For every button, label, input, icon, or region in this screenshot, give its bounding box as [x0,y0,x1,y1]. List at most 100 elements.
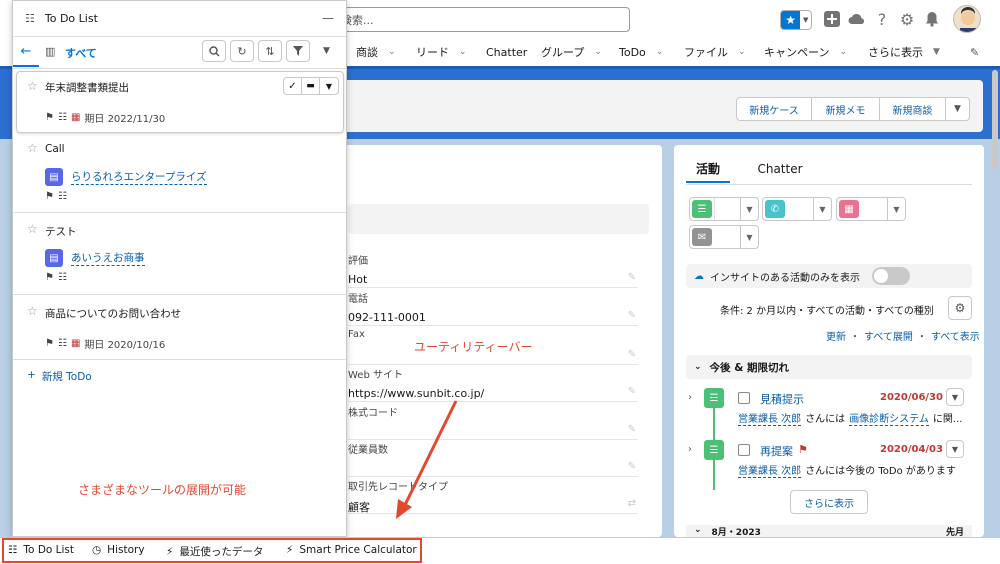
star-outline-icon[interactable]: ☆ [27,304,38,318]
task-card[interactable]: ☆ 年末調整書類提出 ✓ ▬ ▼ ⚑ ☷ ▦ 期日 2022/11/30 [16,71,344,133]
filter-button[interactable] [286,40,310,62]
check-icon[interactable]: ✓ [284,78,302,94]
more-actions-button[interactable]: ▼ [945,97,970,121]
edit-nav-icon[interactable]: ✎ [970,38,979,66]
star-outline-icon[interactable]: ☆ [27,79,38,93]
nav-item-leads[interactable]: リード ⌄ [416,38,467,66]
email-icon: ✉ [692,228,712,246]
pencil-icon[interactable]: ✎ [628,386,636,397]
nav-item-label: リード [416,46,449,59]
chevron-right-icon[interactable]: › [688,392,692,403]
task-checkbox[interactable] [738,444,750,456]
nav-item-chatter[interactable]: Chatter [486,38,527,66]
new-case-button[interactable]: 新規ケース [736,97,812,121]
tag-icon[interactable]: ▬ [302,78,320,94]
minimize-icon[interactable]: — [322,11,334,25]
new-task-button[interactable]: ☰ ▼ [689,197,759,221]
pencil-icon[interactable]: ✎ [628,461,636,472]
pencil-icon[interactable]: ✎ [628,272,636,283]
email-button[interactable]: ✉ ▼ [689,225,759,249]
pencil-icon[interactable]: ✎ [628,310,636,321]
field-label: 評価 [348,256,368,267]
refresh-link[interactable]: 更新 [826,328,846,343]
tab-divider [686,184,972,185]
task-actions: ✓ ▬ ▼ [283,77,339,95]
account-icon: ▤ [45,249,63,267]
tab-chatter[interactable]: Chatter [748,155,812,183]
gear-icon[interactable]: ⚙ [897,9,917,29]
page-scrollbar[interactable] [992,70,998,170]
flag-icon: ⚑ [45,112,54,123]
add-icon[interactable] [822,9,842,29]
nav-item-opportunity[interactable]: 商談 ⌄ [356,38,396,66]
filter-settings-button[interactable]: ⚙ [948,296,972,320]
favorites-button[interactable]: ★ ▼ [780,10,812,30]
task-item[interactable]: ☆ 商品についてのお問い合わせ ⚑ ☷ ▦ 期日 2020/10/16 [13,296,346,360]
star-outline-icon[interactable]: ☆ [27,222,38,236]
new-todo-button[interactable]: + 新規 ToDo [27,369,92,384]
new-note-button[interactable]: 新規メモ [811,97,880,121]
task-title-link[interactable]: 再提案 [760,443,793,459]
view-selector[interactable]: すべて [65,45,97,61]
section-right-label: 先月 [945,528,964,537]
nav-item-label: Chatter [486,45,528,59]
refresh-button[interactable]: ↻ [230,40,254,62]
chevron-down-icon: ▼ [887,198,905,220]
task-menu-button[interactable]: ▼ [946,388,964,406]
cloud-icon[interactable] [847,9,867,29]
chevron-down-icon[interactable]: ▼ [320,78,338,94]
calendar-icon: ▦ [70,112,81,123]
pencil-icon[interactable]: ✎ [628,349,636,360]
task-checkbox[interactable] [738,392,750,404]
task-menu-button[interactable]: ▼ [946,440,964,458]
sort-button[interactable]: ⇅ [258,40,282,62]
task-description: 営業課長 次郎 さんには今後の ToDo があります [738,462,956,478]
panel-title: To Do List [44,12,98,25]
month-section-header[interactable]: ⌄ 8月・2023 先月 [686,525,972,537]
account-link[interactable]: あいうえお商事 [71,250,145,266]
search-input[interactable]: 検索... [330,7,630,32]
assignee-link[interactable]: 営業課長 次郎 [738,410,802,426]
expand-all-link[interactable]: すべて展開 [864,328,913,343]
search-button[interactable] [202,40,226,62]
chevron-down-icon: ▼ [933,47,940,57]
account-link[interactable]: らりるれろエンタープライズ [71,169,207,185]
new-opportunity-button[interactable]: 新規商談 [879,97,946,121]
chevron-right-icon[interactable]: › [688,444,692,455]
chevron-down-icon: ▼ [813,198,831,220]
task-item[interactable]: ☆ テスト ▤ あいうえお商事 ⚑ ☷ [13,214,346,295]
assignee-link[interactable]: 営業課長 次郎 [738,462,802,478]
show-more-button[interactable]: さらに表示 [790,490,868,514]
plus-icon: + [27,369,36,381]
nav-item-files[interactable]: ファイル ⌄ [684,38,746,66]
star-outline-icon[interactable]: ☆ [27,141,38,155]
nav-item-campaigns[interactable]: キャンペーン ⌄ [764,38,847,66]
more-options-icon[interactable]: ▼ [323,46,330,56]
phone-link[interactable]: 092-111-0001 [348,311,638,324]
view-all-link[interactable]: すべて表示 [931,328,980,343]
section-title: 8月・2023 [711,528,761,537]
back-icon[interactable]: ← [13,37,39,67]
checklist-icon: ☷ [57,338,67,349]
help-icon[interactable]: ? [872,9,892,29]
task-title-link[interactable]: 見積提示 [760,391,804,407]
new-event-button[interactable]: ▦ ▼ [836,197,906,221]
avatar[interactable] [953,5,981,33]
upcoming-section-header[interactable]: ⌄ 今後 & 期限切れ [686,355,972,379]
log-call-button[interactable]: ✆ ▼ [762,197,832,221]
nav-item-groups[interactable]: グループ ⌄ [541,38,602,66]
tab-activity[interactable]: 活動 [686,155,730,183]
calendar-icon: ▦ [839,200,859,218]
record-type-icon[interactable]: ⇄ [628,498,636,509]
nav-item-todo[interactable]: ToDo ⌄ [619,38,663,66]
insight-toggle[interactable] [872,267,910,285]
related-link[interactable]: 画像診断システム [849,410,929,426]
task-item[interactable]: ☆ Call ▤ らりるれろエンタープライズ ⚑ ☷ [13,133,346,213]
checklist-icon: ☷ [25,12,35,25]
pencil-icon[interactable]: ✎ [628,424,636,435]
flag-icon: ⚑ [45,338,54,349]
field-label: 電話 [348,294,368,305]
todo-utility-panel: ☷ To Do List — ← ▥ すべて ↻ ⇅ ▼ ☆ 年末調整書類提出 … [12,0,347,537]
nav-item-more[interactable]: さらに表示 ▼ [868,38,940,66]
bell-icon[interactable] [922,9,942,29]
